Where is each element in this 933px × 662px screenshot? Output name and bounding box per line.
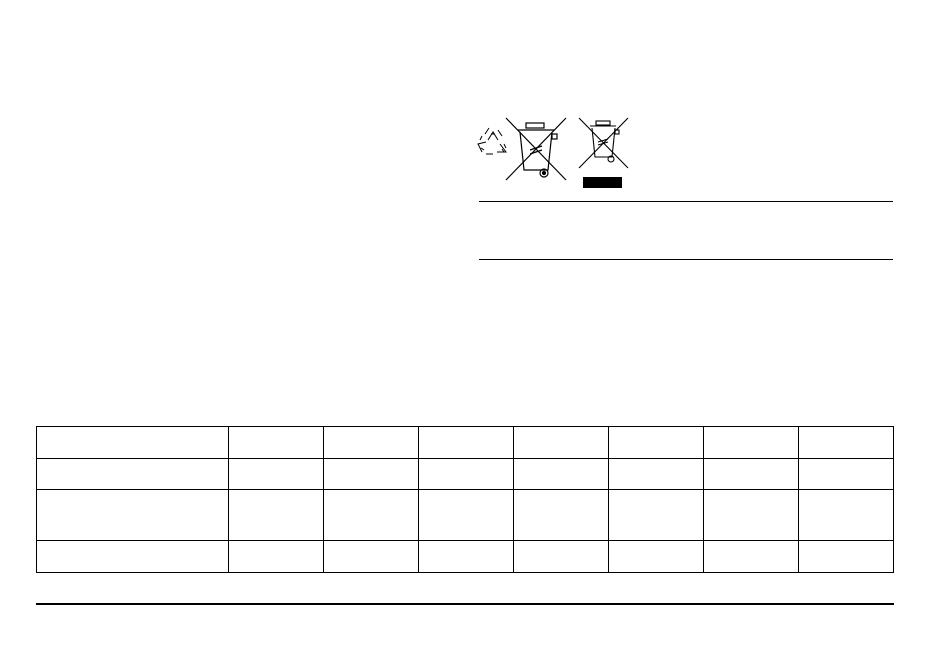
table-cell [36,458,229,490]
table-cell [513,489,609,541]
table-cell [323,540,419,573]
section-rule-bottom [479,259,893,260]
table-cell [703,426,799,459]
table-row [36,540,894,573]
table-cell [513,540,609,573]
recycle-icon [477,127,507,155]
table-cell [513,426,609,459]
table-cell [798,489,894,541]
table-cell [323,489,419,541]
spec-table [36,426,894,573]
table-row [36,489,894,541]
table-cell [703,489,799,541]
table-cell [36,426,229,459]
crossed-out-wheelie-bin-icon [505,117,567,181]
disposal-symbols [476,114,636,192]
table-row [36,426,894,459]
crossed-out-wheelie-bin-with-bar-icon [578,117,629,188]
table-cell [36,489,229,541]
table-cell [608,426,704,459]
table-cell [228,489,324,541]
table-row [36,458,894,490]
table-cell [418,426,514,459]
table-cell [608,489,704,541]
table-cell [36,540,229,573]
table-cell [323,458,419,490]
footer-rule [36,603,894,605]
table-cell [798,426,894,459]
table-cell [418,489,514,541]
table-cell [703,540,799,573]
table-cell [418,458,514,490]
table-cell [608,540,704,573]
table-cell [228,458,324,490]
table-cell [418,540,514,573]
table-cell [608,458,704,490]
table-cell [228,540,324,573]
table-cell [323,426,419,459]
table-cell [798,458,894,490]
table-cell [513,458,609,490]
table-cell [228,426,324,459]
table-cell [703,458,799,490]
table-cell [798,540,894,573]
section-rule-top [479,201,893,202]
